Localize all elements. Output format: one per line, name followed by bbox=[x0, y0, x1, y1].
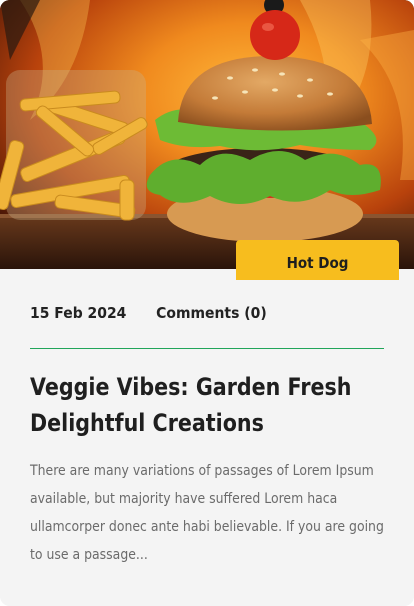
divider bbox=[30, 348, 384, 349]
post-title-line-1: Veggie Vibes: Garden Fresh bbox=[30, 373, 352, 401]
post-title[interactable]: Veggie Vibes: Garden Fresh Delightful Cr… bbox=[30, 369, 351, 441]
blog-post-card: Hot Dog 15 Feb 2024 Comments (0) Veggie … bbox=[0, 0, 414, 606]
post-meta: 15 Feb 2024 Comments (0) bbox=[30, 304, 267, 322]
excerpt-line-2: available, but majority have suffered Lo… bbox=[30, 491, 338, 507]
excerpt-line-3: ullamcorper donec ante habi believable. … bbox=[30, 519, 384, 535]
post-image[interactable] bbox=[0, 0, 414, 269]
post-title-line-2: Delightful Creations bbox=[30, 409, 264, 437]
comments-link[interactable]: Comments (0) bbox=[156, 304, 267, 322]
post-excerpt: There are many variations of passages of… bbox=[30, 457, 384, 569]
excerpt-line-1: There are many variations of passages of… bbox=[30, 463, 374, 479]
category-tag-link[interactable]: Hot Dog bbox=[236, 240, 399, 280]
post-date: 15 Feb 2024 bbox=[30, 304, 127, 322]
excerpt-line-4: to use a passage... bbox=[30, 547, 148, 563]
post-body: 15 Feb 2024 Comments (0) Veggie Vibes: G… bbox=[0, 269, 414, 606]
